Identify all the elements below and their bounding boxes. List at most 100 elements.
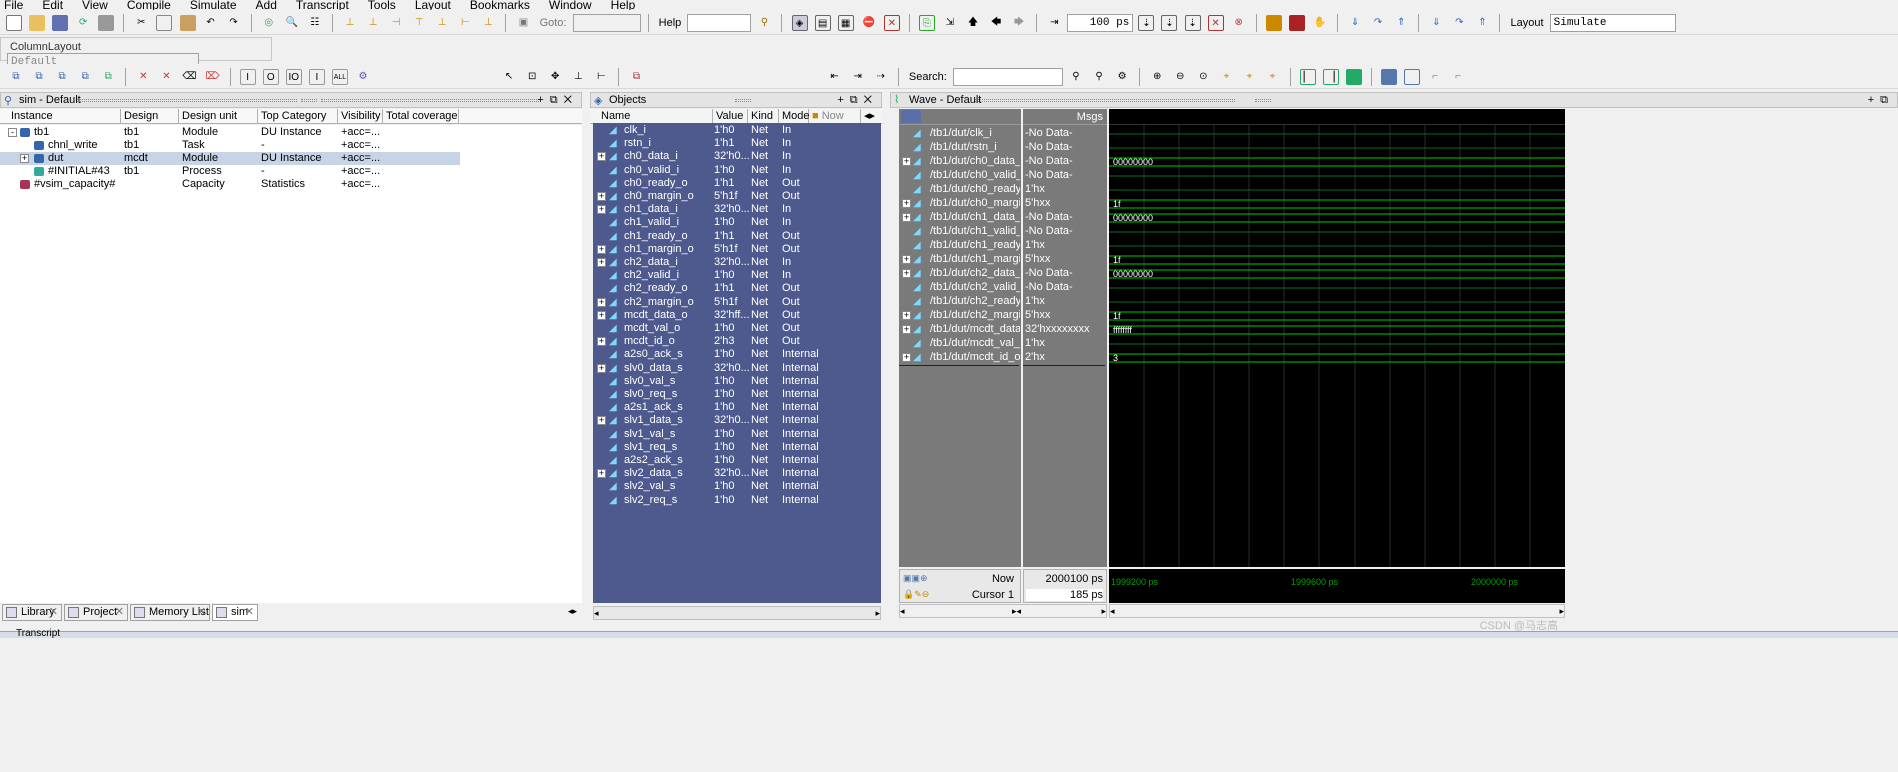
compile-icon[interactable]: ◎ — [261, 15, 277, 31]
tab-library[interactable]: Library ✕ — [2, 604, 62, 621]
tab-close-icon[interactable]: ✕ — [197, 605, 206, 620]
expand-toggle-icon[interactable]: + — [597, 416, 606, 426]
filter-settings-icon[interactable]: ⚙ — [355, 69, 371, 85]
pan-icon[interactable]: ✥ — [547, 69, 563, 85]
wave-signal-row[interactable]: ◢ /tb1/dut/ch1_ready_o — [899, 239, 1021, 252]
wave-format-3-icon[interactable]: ⌐ — [1427, 69, 1443, 85]
object-row[interactable]: ◢ ch1_valid_i 1'h0 Net In — [593, 216, 881, 229]
search-input[interactable] — [952, 68, 1063, 86]
expand-toggle-icon[interactable]: + — [20, 154, 29, 163]
object-row[interactable]: + ◢ ch2_margin_o 5'h1f Net Out — [593, 296, 881, 309]
expand-toggle-icon[interactable]: + — [902, 199, 911, 208]
wave-hscroll[interactable]: ◂ ▸ — [1109, 604, 1565, 618]
objects-pane-controls[interactable]: +⧉✕ — [837, 93, 878, 107]
col-now[interactable]: ■ Now — [809, 109, 861, 124]
hand-icon[interactable]: ✋ — [1312, 15, 1328, 31]
zoom-in-icon[interactable]: ⊕ — [1149, 69, 1165, 85]
wave-format-1-icon[interactable] — [1380, 69, 1397, 85]
menu-item[interactable]: Tools — [368, 0, 396, 10]
expand-toggle-icon[interactable]: + — [902, 255, 911, 264]
dataflow-icon[interactable]: ⧉ — [77, 69, 93, 85]
wave-signal-row[interactable]: + ◢ /tb1/dut/ch2_data_i — [899, 267, 1021, 280]
filter-internal-icon[interactable]: I — [308, 69, 325, 85]
expand-toggle-icon[interactable]: + — [902, 269, 911, 278]
object-row[interactable]: ◢ slv2_req_s 1'h0 Net Internal — [593, 494, 881, 507]
sim-list-icon[interactable]: ▤ — [814, 15, 831, 31]
object-row[interactable]: + ◢ slv1_data_s 32'h0... Net Internal — [593, 414, 881, 427]
zoom-out-icon[interactable]: ⊖ — [1172, 69, 1188, 85]
transition-icon[interactable]: ⇢ — [873, 69, 889, 85]
expand-toggle-icon[interactable]: + — [597, 205, 606, 215]
redo-icon[interactable]: ↷ — [226, 15, 242, 31]
clear-all-icon[interactable]: ✕ — [158, 69, 174, 85]
object-row[interactable]: ◢ ch1_ready_o 1'h1 Net Out — [593, 230, 881, 243]
clear-icon[interactable]: ✕ — [135, 69, 151, 85]
filter-output-icon[interactable]: O — [262, 69, 279, 85]
forward-arrow-icon[interactable]: 🡆 — [1011, 15, 1027, 31]
new-file-icon[interactable] — [6, 15, 22, 31]
object-row[interactable]: + ◢ mcdt_id_o 2'h3 Net Out — [593, 335, 881, 348]
expand-toggle-icon[interactable]: + — [597, 469, 606, 479]
wave-signal-row[interactable]: +◢ /tb1/dut/mcdt_data_o — [899, 323, 1021, 336]
menu-item[interactable]: Bookmarks — [470, 0, 530, 10]
expand-toggle-icon[interactable]: + — [902, 311, 911, 320]
col-top-category[interactable]: Top Category — [258, 109, 338, 124]
back-arrow-icon[interactable]: 🡄 — [988, 15, 1004, 31]
help-search-icon[interactable]: ⚲ — [756, 15, 772, 31]
object-row[interactable]: + ◢ ch0_data_i 32'h0... Net In — [593, 150, 881, 163]
wave-display[interactable]: 00000000 1f 00000000 1f 00000000 1f ffffffff 3 — [1109, 125, 1565, 567]
search-next-icon[interactable]: ⚲ — [1091, 69, 1107, 85]
wave-step-icon[interactable]: ⊥ — [365, 15, 381, 31]
expand-toggle-icon[interactable]: + — [902, 325, 911, 334]
tab-close-icon[interactable]: ✕ — [245, 605, 254, 620]
step-into-drop-icon[interactable]: ⇓ — [1428, 15, 1444, 31]
wave-down-icon[interactable]: ⊥ — [434, 15, 450, 31]
erase-icon[interactable]: ⌫ — [182, 69, 198, 85]
run-length-input[interactable]: 100 ps — [1067, 14, 1134, 32]
instance-icon[interactable]: ⧉ — [8, 69, 24, 85]
reload-icon[interactable]: ⟳ — [75, 15, 91, 31]
expand-toggle-icon[interactable]: + — [902, 213, 911, 222]
up-arrow-icon[interactable]: 🡅 — [965, 15, 981, 31]
sim-tree-row[interactable]: chnl_write tb1 Task - +acc=... — [0, 139, 460, 152]
wave-format-2-icon[interactable] — [1403, 69, 1420, 85]
expand-toggle-icon[interactable]: + — [597, 192, 606, 201]
menu-item[interactable]: View — [82, 0, 108, 10]
object-row[interactable]: ◢ a2s1_ack_s 1'h0 Net Internal — [593, 401, 881, 414]
wave-signal-row[interactable]: + ◢ /tb1/dut/mcdt_id_o — [899, 351, 1021, 364]
wave-signal-row[interactable]: ◢ /tb1/dut/mcdt_val_o — [899, 337, 1021, 350]
wave-signal-row[interactable]: + ◢ /tb1/dut/ch0_data_i — [899, 155, 1021, 168]
object-row[interactable]: + ◢ ch1_data_i 32'h0... Net In — [593, 203, 881, 216]
wave-left-icon[interactable]: ⊣ — [388, 15, 404, 31]
object-row[interactable]: ◢ ch2_ready_o 1'h1 Net Out — [593, 282, 881, 295]
object-row[interactable]: ◢ ch0_valid_i 1'h0 Net In — [593, 164, 881, 177]
transcript-strip[interactable]: Transcript — [0, 628, 1898, 639]
delete-icon[interactable]: ⌦ — [205, 69, 221, 85]
break-icon[interactable]: ✕ — [1207, 15, 1224, 31]
menu-item[interactable]: Layout — [415, 0, 451, 10]
expand-toggle-icon[interactable]: + — [902, 353, 911, 362]
wave-signal-row[interactable]: ◢ /tb1/dut/ch2_ready_o — [899, 295, 1021, 308]
wave-signal-row[interactable]: +◢ /tb1/dut/ch0_margi... — [899, 197, 1021, 210]
sim-stop-icon[interactable]: ✕ — [883, 15, 900, 31]
col-design-unit[interactable]: Design unit — [121, 109, 179, 136]
wave-compare-icon[interactable]: ⧉ — [629, 69, 645, 85]
wave-signal-row[interactable]: + ◢ /tb1/dut/ch1_data_i — [899, 211, 1021, 224]
wave-signal-row[interactable]: +◢ /tb1/dut/ch2_margi... — [899, 309, 1021, 322]
step-over-icon[interactable]: ↷ — [1370, 15, 1386, 31]
next-transition-icon[interactable]: ⇥ — [850, 69, 866, 85]
restart-icon[interactable]: ⎘ — [918, 15, 935, 31]
tab-project[interactable]: Project ✕ — [64, 604, 128, 621]
wave-hscroll-names[interactable]: ◂ ▸◂ ▸ — [899, 604, 1107, 618]
wave-format-4-icon[interactable]: ⌐ — [1450, 69, 1466, 85]
expand-toggle-icon[interactable]: + — [597, 244, 606, 254]
wave-signal-row[interactable]: +◢ /tb1/dut/ch1_margi... — [899, 253, 1021, 266]
zoom-full-icon[interactable]: ⊙ — [1195, 69, 1211, 85]
col-kind[interactable]: Kind — [748, 109, 779, 124]
object-row[interactable]: ◢ slv1_val_s 1'h0 Net Internal — [593, 428, 881, 441]
wave-signal-row[interactable]: ◢ /tb1/dut/ch0_ready_o — [899, 183, 1021, 196]
search-prev-icon[interactable]: ⚲ — [1068, 69, 1084, 85]
object-row[interactable]: ◢ mcdt_val_o 1'h0 Net Out — [593, 322, 881, 335]
layout-select[interactable]: Simulate — [1549, 14, 1676, 32]
step-icon[interactable]: ⇲ — [942, 15, 958, 31]
